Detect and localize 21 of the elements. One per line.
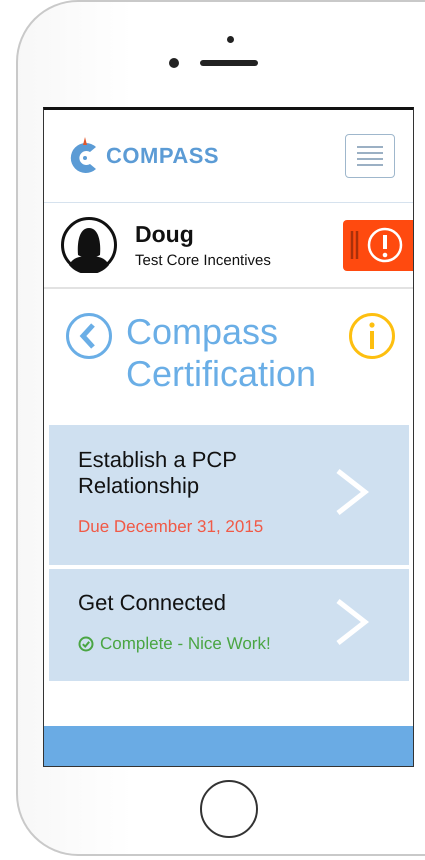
- chevron-right-icon: [335, 468, 369, 516]
- user-name: Doug: [135, 221, 195, 248]
- menu-button[interactable]: [345, 134, 395, 178]
- task-status: Complete - Nice Work!: [100, 634, 271, 654]
- chevron-right-icon: [335, 598, 369, 646]
- info-icon[interactable]: [349, 313, 395, 359]
- task-status: Due December 31, 2015: [78, 517, 264, 537]
- avatar-icon: [61, 217, 117, 273]
- camera-icon: [169, 58, 179, 68]
- program-name: Test Core Incentives: [135, 252, 272, 269]
- alert-button[interactable]: [343, 220, 413, 270]
- task-card[interactable]: Establish a PCP Relationship Due December 31, 2015: [49, 425, 409, 565]
- task-title: Get Connected: [78, 590, 227, 616]
- back-icon[interactable]: [66, 313, 112, 359]
- page-title: Compass Certification: [126, 311, 318, 395]
- camera-icon: [227, 36, 234, 43]
- task-card[interactable]: Get Connected Complete - Nice Work!: [49, 569, 409, 681]
- menu-icon: [356, 145, 384, 167]
- task-title: Establish a PCP Relationship: [78, 447, 238, 499]
- speaker-icon: [200, 60, 258, 66]
- logo-text: COMPASS: [106, 143, 220, 169]
